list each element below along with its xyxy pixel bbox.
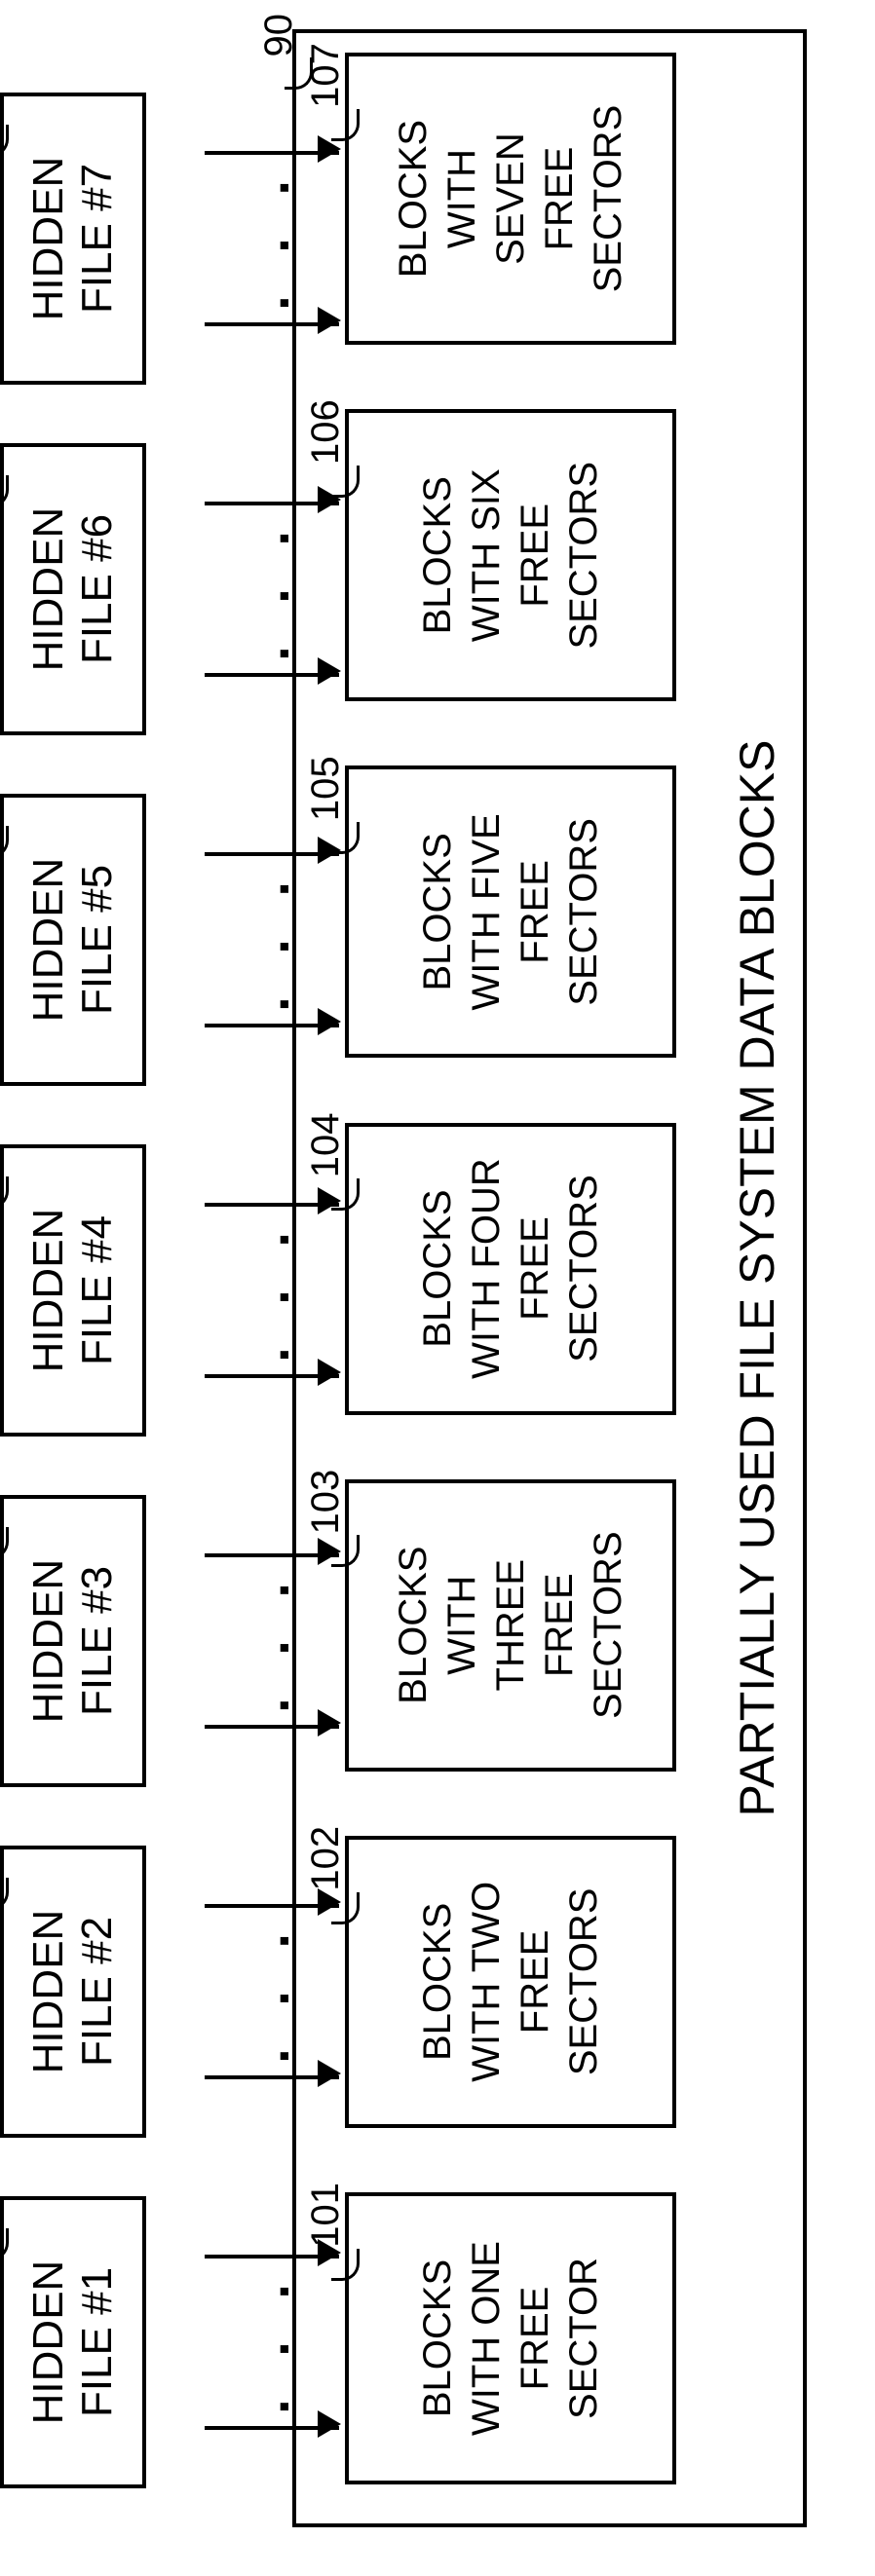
column-1: 91 HIDDEN FILE #1 . . . bbox=[0, 2196, 146, 2488]
hidden-file-line1: HIDDEN bbox=[24, 157, 73, 321]
free-sector-block: BLOCKS WITH ONE FREE SECTOR bbox=[345, 2192, 676, 2484]
diagram-rotor: 91 HIDDEN FILE #1 . . . 92 HIDDEN FILE #… bbox=[0, 0, 875, 2576]
block-line: SECTORS bbox=[584, 105, 632, 293]
ref-label: 101 bbox=[304, 2183, 348, 2248]
block-line: WITH FIVE bbox=[462, 813, 511, 1010]
ref-label: 105 bbox=[304, 756, 348, 821]
block-line: SECTORS bbox=[559, 1175, 608, 1363]
block-line: FREE bbox=[511, 504, 559, 608]
inner-col: 101 BLOCKS WITH ONE FREE SECTOR bbox=[345, 2192, 676, 2484]
inner-col: 104 BLOCKS WITH FOUR FREE SECTORS bbox=[345, 1123, 676, 1415]
inner-row: 101 BLOCKS WITH ONE FREE SECTOR 102 BLOC… bbox=[345, 53, 676, 2484]
block-line: SECTORS bbox=[559, 818, 608, 1006]
ref-label: 103 bbox=[304, 1470, 348, 1535]
free-sector-block: BLOCKS WITH FOUR FREE SECTORS bbox=[345, 1123, 676, 1415]
column-4: 94 HIDDEN FILE #4 . . . bbox=[0, 1144, 146, 1437]
diagram-canvas: 91 HIDDEN FILE #1 . . . 92 HIDDEN FILE #… bbox=[0, 0, 875, 2576]
block-line: WITH bbox=[438, 1576, 486, 1675]
block-line: FREE bbox=[511, 1930, 559, 2035]
column-2: 92 HIDDEN FILE #2 . . . bbox=[0, 1846, 146, 2138]
inner-col: 102 BLOCKS WITH TWO FREE SECTORS bbox=[345, 1836, 676, 2128]
block-line: FREE bbox=[511, 860, 559, 964]
inner-col: 106 BLOCKS WITH SIX FREE SECTORS bbox=[345, 409, 676, 701]
hidden-file-box: 94 HIDDEN FILE #4 bbox=[0, 1144, 146, 1437]
hidden-file-line2: FILE #3 bbox=[73, 1566, 122, 1716]
hidden-file-box: 93 HIDDEN FILE #3 bbox=[0, 1495, 146, 1787]
block-line: SECTOR bbox=[559, 2258, 608, 2419]
hidden-file-line1: HIDDEN bbox=[24, 1559, 73, 1724]
block-line: SEVEN bbox=[486, 132, 535, 265]
block-line: BLOCKS bbox=[389, 120, 438, 278]
hidden-file-line2: FILE #1 bbox=[73, 2267, 122, 2417]
hidden-file-box: 97 HIDDEN FILE #7 bbox=[0, 93, 146, 385]
hidden-file-box: 95 HIDDEN FILE #5 bbox=[0, 794, 146, 1086]
block-line: WITH TWO bbox=[462, 1882, 511, 2082]
block-line: WITH FOUR bbox=[462, 1158, 511, 1379]
ref-label: 104 bbox=[304, 1113, 348, 1178]
column-7: 97 HIDDEN FILE #7 . . . bbox=[0, 93, 146, 385]
free-sector-block: BLOCKS WITH TWO FREE SECTORS bbox=[345, 1836, 676, 2128]
inner-col: 103 BLOCKS WITH THREE FREE SECTORS bbox=[345, 1479, 676, 1772]
block-line: FREE bbox=[535, 147, 584, 251]
free-sector-block: BLOCKS WITH THREE FREE SECTORS bbox=[345, 1479, 676, 1772]
column-3: 93 HIDDEN FILE #3 . . . bbox=[0, 1495, 146, 1787]
column-6: 96 HIDDEN FILE #6 . . . bbox=[0, 443, 146, 735]
block-line: BLOCKS bbox=[413, 476, 462, 634]
inner-col: 105 BLOCKS WITH FIVE FREE SECTORS bbox=[345, 765, 676, 1058]
outer-ref-label: 90 bbox=[257, 14, 301, 57]
outer-container: 90 101 BLOCKS WITH ONE FREE SECTOR 102 bbox=[292, 29, 807, 2527]
block-line: BLOCKS bbox=[413, 1189, 462, 1347]
column-5: 95 HIDDEN FILE #5 . . . bbox=[0, 794, 146, 1086]
block-line: FREE bbox=[511, 1216, 559, 1321]
hidden-file-line2: FILE #2 bbox=[73, 1917, 122, 2067]
block-line: SECTORS bbox=[559, 462, 608, 650]
inner-col: 107 BLOCKS WITH SEVEN FREE SECTORS bbox=[345, 53, 676, 345]
hidden-file-line2: FILE #5 bbox=[73, 865, 122, 1015]
ref-label: 106 bbox=[304, 399, 348, 465]
hidden-file-line2: FILE #7 bbox=[73, 164, 122, 314]
hidden-file-line2: FILE #6 bbox=[73, 514, 122, 664]
free-sector-block: BLOCKS WITH SEVEN FREE SECTORS bbox=[345, 53, 676, 345]
ref-label: 102 bbox=[304, 1826, 348, 1891]
hidden-file-line1: HIDDEN bbox=[24, 507, 73, 672]
hidden-file-box: 92 HIDDEN FILE #2 bbox=[0, 1846, 146, 2138]
block-line: BLOCKS bbox=[413, 833, 462, 990]
block-line: THREE bbox=[486, 1559, 535, 1692]
hidden-file-line1: HIDDEN bbox=[24, 2260, 73, 2425]
block-line: SECTORS bbox=[584, 1531, 632, 1719]
block-line: BLOCKS bbox=[413, 2259, 462, 2417]
block-line: FREE bbox=[511, 2287, 559, 2391]
block-line: BLOCKS bbox=[389, 1547, 438, 1704]
hidden-file-box: 96 HIDDEN FILE #6 bbox=[0, 443, 146, 735]
outer-label: PARTIALLY USED FILE SYSTEM DATA BLOCKS bbox=[729, 33, 785, 2523]
ref-label: 107 bbox=[304, 43, 348, 108]
block-line: FREE bbox=[535, 1573, 584, 1677]
free-sector-block: BLOCKS WITH SIX FREE SECTORS bbox=[345, 409, 676, 701]
hidden-file-box: 91 HIDDEN FILE #1 bbox=[0, 2196, 146, 2488]
block-line: WITH SIX bbox=[462, 468, 511, 642]
hidden-file-line1: HIDDEN bbox=[24, 1910, 73, 2074]
hidden-file-line2: FILE #4 bbox=[73, 1215, 122, 1365]
block-line: WITH bbox=[438, 149, 486, 248]
block-line: BLOCKS bbox=[413, 1903, 462, 2061]
block-line: WITH ONE bbox=[462, 2241, 511, 2436]
free-sector-block: BLOCKS WITH FIVE FREE SECTORS bbox=[345, 765, 676, 1058]
hidden-file-line1: HIDDEN bbox=[24, 1209, 73, 1373]
hidden-file-line1: HIDDEN bbox=[24, 858, 73, 1023]
block-line: SECTORS bbox=[559, 1888, 608, 2076]
